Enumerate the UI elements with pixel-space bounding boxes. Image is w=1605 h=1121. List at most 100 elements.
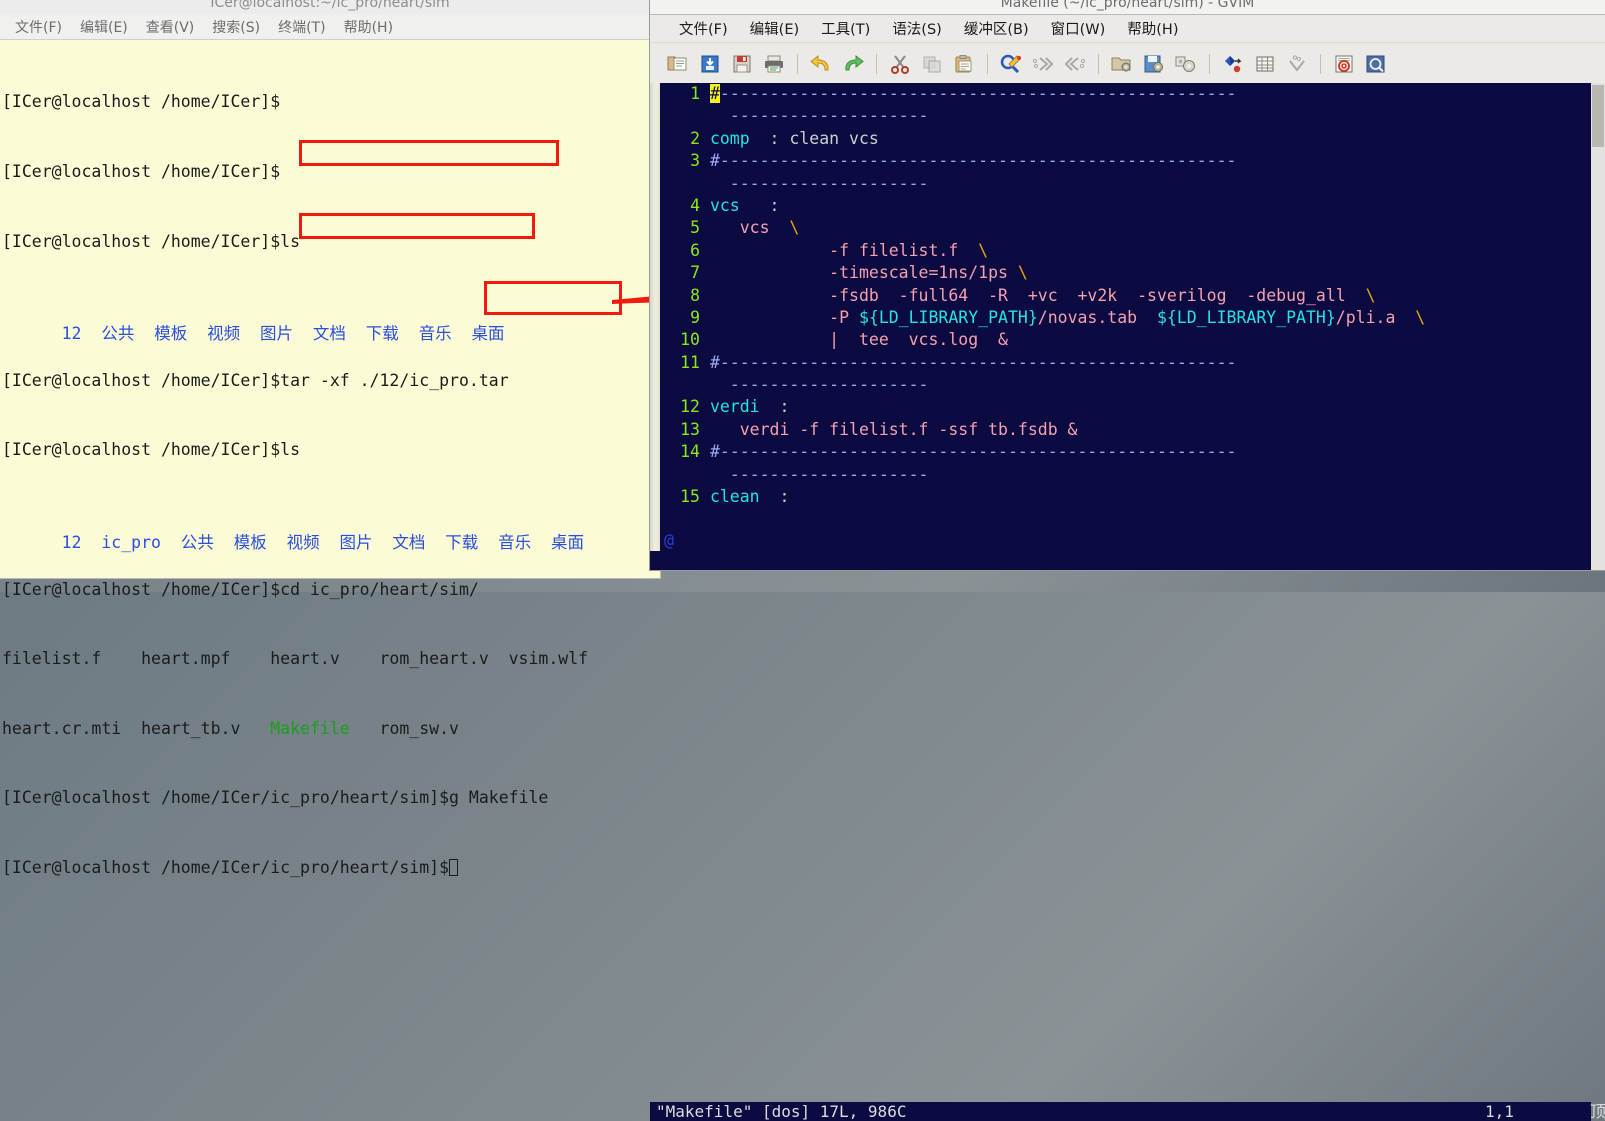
ls-entry: 模板 [154, 324, 188, 344]
toolbar-separator [876, 53, 877, 74]
jump-tag-button[interactable] [1283, 50, 1311, 78]
gvim-code-line: -------------------- [660, 464, 1591, 486]
gvim-menu-tools[interactable]: 工具(T) [810, 16, 881, 41]
gvim-code-line: 6 -f filelist.f \ [660, 240, 1591, 262]
open-file-button[interactable] [664, 50, 692, 78]
run-script-button[interactable] [1172, 50, 1200, 78]
status-position: 1,1 [1485, 1102, 1514, 1121]
toolbar-separator [1320, 53, 1321, 74]
gvim-status-bar: "Makefile" [dos] 17L, 986C 1,1 顶端 [650, 551, 1605, 1121]
gvim-code-token: -timescale=1ns/1ps [709, 263, 1018, 283]
gvim-line-number: 5 [690, 218, 700, 238]
gvim-menu-syntax[interactable]: 语法(S) [881, 16, 953, 41]
ls-entry: 公共 [101, 324, 135, 344]
save-icon [733, 55, 751, 72]
gvim-window[interactable]: Makefile (~/ic_pro/heart/sim) - GVIM 文件(… [650, 0, 1605, 1121]
gvim-menu-file[interactable]: 文件(F) [668, 16, 739, 41]
terminal-cursor [449, 858, 459, 876]
terminal-menu-help[interactable]: 帮助(H) [335, 15, 402, 39]
find-button[interactable] [997, 50, 1025, 78]
gvim-code-token: -f filelist.f [709, 240, 979, 260]
ls-entry: 桌面 [550, 533, 584, 553]
terminal-titlebar[interactable]: ICer@localhost:~/ic_pro/heart/sim [0, 0, 660, 15]
gvim-code-token: -------------------- [709, 375, 929, 395]
gvim-line-number: 8 [690, 285, 700, 305]
redo-button[interactable] [839, 50, 867, 78]
gvim-code-token: ${LD_LIBRARY_PATH} [858, 307, 1038, 327]
copy-icon [923, 56, 941, 72]
gvim-code-line: -------------------- [660, 105, 1591, 127]
find-prev-button[interactable] [1061, 50, 1089, 78]
paste-button[interactable] [950, 50, 978, 78]
undo-button[interactable] [807, 50, 835, 78]
gvim-code-token: verdi [709, 397, 760, 417]
copy-button[interactable] [918, 50, 946, 78]
terminal-file-listing-row: filelist.f heart.mpf heart.v rom_heart.v… [2, 649, 589, 669]
open-session-button[interactable] [1108, 50, 1136, 78]
make-button[interactable] [1219, 50, 1247, 78]
file-list-pre: heart.cr.mti heart_tb.v [2, 718, 271, 738]
gvim-code-token: ----------------------------------------… [719, 84, 1237, 103]
terminal-menu-edit[interactable]: 编辑(E) [71, 15, 137, 39]
gvim-vertical-scrollbar[interactable] [1591, 83, 1605, 570]
ls-entry: 公共 [180, 533, 214, 553]
gvim-code-token: : [739, 195, 780, 215]
gvim-code-line: 3 #-------------------------------------… [660, 150, 1591, 172]
shell-prompt: [ICer@localhost /home/ICer/ic_pro/heart/… [2, 788, 450, 808]
build-tags-button[interactable] [1251, 50, 1279, 78]
terminal-title: ICer@localhost:~/ic_pro/heart/sim [210, 0, 450, 11]
gvim-code-token: -P [709, 307, 859, 327]
print-button[interactable] [760, 50, 788, 78]
find-help-button[interactable] [1362, 50, 1390, 78]
gvim-line-number: 2 [690, 128, 700, 148]
gvim-toolbar[interactable] [650, 44, 1605, 83]
shell-command: cd ic_pro/heart/sim/ [280, 579, 479, 599]
shell-prompt: [ICer@localhost /home/ICer]$ [2, 579, 281, 599]
terminal-window[interactable]: ICer@localhost:~/ic_pro/heart/sim 文件(F) … [0, 0, 660, 877]
gvim-titlebar[interactable]: Makefile (~/ic_pro/heart/sim) - GVIM [650, 0, 1605, 15]
gvim-code-token: : [759, 487, 790, 507]
gvim-code-line: 12 verdi : [660, 396, 1591, 418]
load-session-button[interactable] [696, 50, 724, 78]
gvim-menu-help[interactable]: 帮助(H) [1116, 16, 1189, 41]
gvim-code-token: clean vcs [789, 128, 879, 148]
gvim-menu-window[interactable]: 窗口(W) [1040, 16, 1117, 41]
makefile-entry: Makefile [270, 718, 350, 738]
gvim-menu-edit[interactable]: 编辑(E) [739, 16, 810, 41]
gvim-menubar[interactable]: 文件(F) 编辑(E) 工具(T) 语法(S) 缓冲区(B) 窗口(W) 帮助(… [650, 15, 1605, 43]
find-next-button[interactable] [1029, 50, 1057, 78]
save-session-button[interactable] [1140, 50, 1168, 78]
gvim-line-number: 11 [680, 352, 700, 372]
terminal-menu-search[interactable]: 搜索(S) [203, 15, 269, 39]
find-next-icon [1032, 56, 1054, 71]
gvim-code-line: 14 #------------------------------------… [660, 441, 1591, 463]
ls-entry: 图片 [259, 324, 293, 344]
ls-entry: 图片 [339, 533, 373, 553]
redo-icon [845, 54, 864, 70]
status-filename: "Makefile" [dos] 17L, 986C [656, 1102, 907, 1121]
help-button[interactable] [1330, 50, 1358, 78]
build-tags-icon [1256, 56, 1274, 71]
cut-button[interactable] [886, 50, 914, 78]
ls-entry: ic_pro [101, 533, 161, 553]
ls-entry: 下载 [445, 533, 479, 553]
ls-entry: 视频 [286, 533, 320, 553]
gvim-editor-buffer[interactable]: 1 #-------------------------------------… [660, 83, 1591, 531]
status-scroll: 顶端 [1590, 1102, 1605, 1121]
terminal-menubar[interactable]: 文件(F) 编辑(E) 查看(V) 搜索(S) 终端(T) 帮助(H) [0, 14, 660, 40]
ls-entry: 音乐 [418, 324, 452, 344]
undo-icon [810, 54, 829, 70]
gvim-code-token: vcs [709, 195, 740, 215]
terminal-line: [ICer@localhost /home/ICer]$ [2, 160, 660, 183]
gvim-code-line: 15 clean : [660, 486, 1591, 508]
paste-icon [955, 54, 972, 72]
terminal-menu-file[interactable]: 文件(F) [6, 15, 71, 39]
gvim-scrollbar-thumb[interactable] [1592, 85, 1604, 147]
terminal-output[interactable]: [ICer@localhost /home/ICer]$ [ICer@local… [0, 41, 660, 877]
terminal-line: [ICer@localhost /home/ICer]$ [2, 90, 660, 113]
terminal-menu-terminal[interactable]: 终端(T) [269, 15, 334, 39]
jump-tag-icon [1289, 54, 1305, 72]
save-button[interactable] [728, 50, 756, 78]
terminal-menu-view[interactable]: 查看(V) [137, 15, 204, 39]
gvim-menu-buffers[interactable]: 缓冲区(B) [953, 16, 1040, 41]
